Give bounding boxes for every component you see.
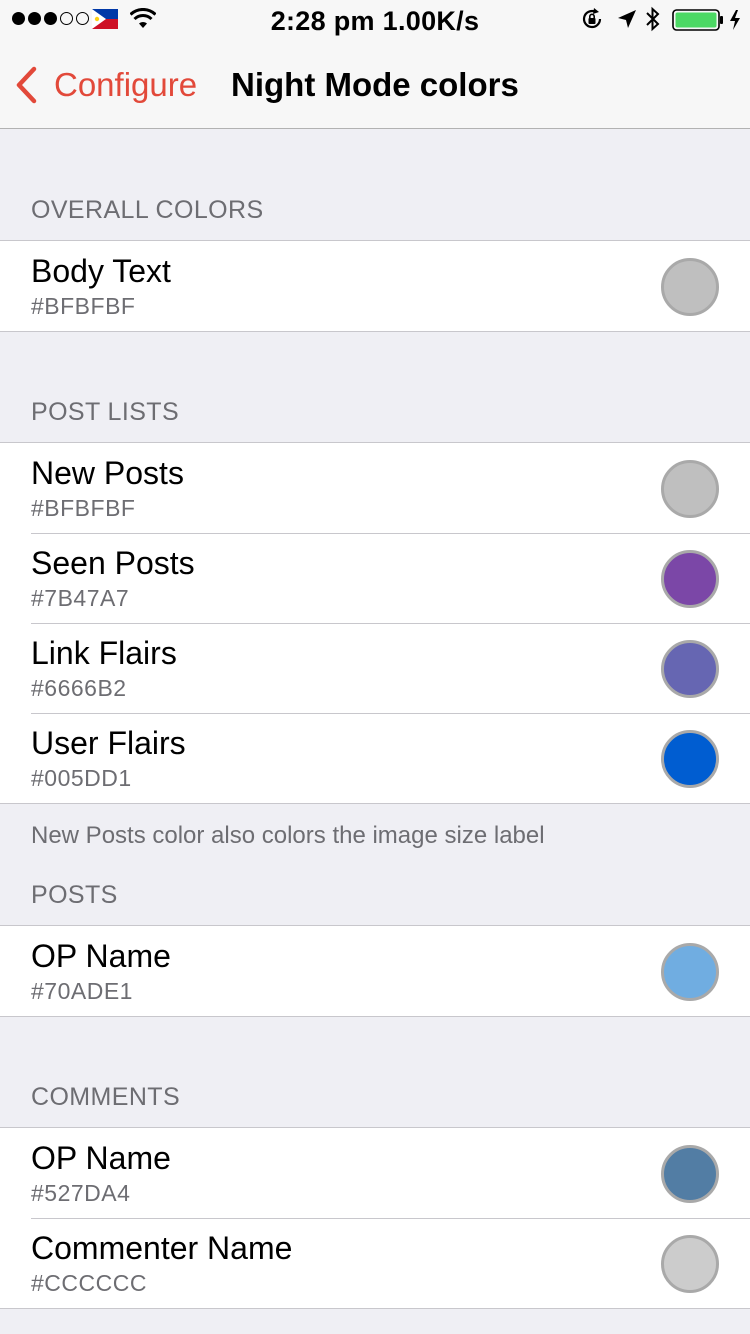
color-row-commenter-name[interactable]: Commenter Name #CCCCCC	[0, 1218, 750, 1308]
color-row-op-name[interactable]: OP Name #70ADE1	[0, 926, 750, 1016]
section-header-posts: POSTS	[31, 881, 118, 909]
row-title: OP Name	[31, 938, 171, 974]
battery-icon	[672, 9, 740, 31]
color-row-comment-op-name[interactable]: OP Name #527DA4	[0, 1128, 750, 1218]
row-title: New Posts	[31, 455, 184, 491]
row-title: OP Name	[31, 1140, 171, 1176]
color-swatch[interactable]	[661, 943, 719, 1001]
color-swatch[interactable]	[661, 1235, 719, 1293]
group-posts: OP Name #70ADE1	[0, 925, 750, 1017]
row-hex-value: #BFBFBF	[31, 495, 136, 521]
row-title: Seen Posts	[31, 545, 195, 581]
row-hex-value: #527DA4	[31, 1180, 131, 1206]
row-hex-value: #BFBFBF	[31, 293, 136, 319]
status-bar: 2:28 pm 1.00K/s	[0, 0, 750, 40]
row-hex-value: #CCCCCC	[31, 1270, 147, 1296]
chevron-left-icon	[16, 66, 37, 104]
color-row-new-posts[interactable]: New Posts #BFBFBF	[0, 443, 750, 533]
page-title: Night Mode colors	[231, 66, 519, 103]
color-swatch[interactable]	[661, 460, 719, 518]
group-post-lists: New Posts #BFBFBF Seen Posts #7B47A7 Lin…	[0, 442, 750, 804]
color-swatch[interactable]	[661, 640, 719, 698]
row-title: Body Text	[31, 253, 171, 289]
row-hex-value: #7B47A7	[31, 585, 130, 611]
rotation-lock-icon	[582, 8, 602, 29]
color-row-link-flairs[interactable]: Link Flairs #6666B2	[0, 623, 750, 713]
color-row-user-flairs[interactable]: User Flairs #005DD1	[0, 713, 750, 803]
row-title: Link Flairs	[31, 635, 177, 671]
color-swatch[interactable]	[661, 1145, 719, 1203]
group-comments: OP Name #527DA4 Commenter Name #CCCCCC	[0, 1127, 750, 1309]
row-title: User Flairs	[31, 725, 186, 761]
location-arrow-icon	[618, 10, 636, 28]
row-title: Commenter Name	[31, 1230, 293, 1266]
section-header-overall-colors: OVERALL COLORS	[31, 196, 264, 224]
row-hex-value: #70ADE1	[31, 978, 133, 1004]
color-swatch[interactable]	[661, 550, 719, 608]
back-button[interactable]: Configure	[14, 62, 197, 108]
row-hex-value: #005DD1	[31, 765, 132, 791]
color-swatch[interactable]	[661, 258, 719, 316]
section-header-comments: COMMENTS	[31, 1083, 181, 1111]
navigation-bar: Configure Night Mode colors	[0, 40, 750, 129]
section-footer-note: New Posts color also colors the image si…	[31, 822, 545, 849]
back-button-label: Configure	[54, 66, 198, 103]
bluetooth-icon	[646, 6, 660, 32]
color-row-seen-posts[interactable]: Seen Posts #7B47A7	[0, 533, 750, 623]
group-overall-colors: Body Text #BFBFBF	[0, 240, 750, 332]
color-swatch[interactable]	[661, 730, 719, 788]
settings-list: OVERALL COLORS Body Text #BFBFBF POST LI…	[0, 130, 750, 1309]
section-header-post-lists: POST LISTS	[31, 398, 180, 426]
color-row-body-text[interactable]: Body Text #BFBFBF	[0, 241, 750, 331]
row-hex-value: #6666B2	[31, 675, 127, 701]
